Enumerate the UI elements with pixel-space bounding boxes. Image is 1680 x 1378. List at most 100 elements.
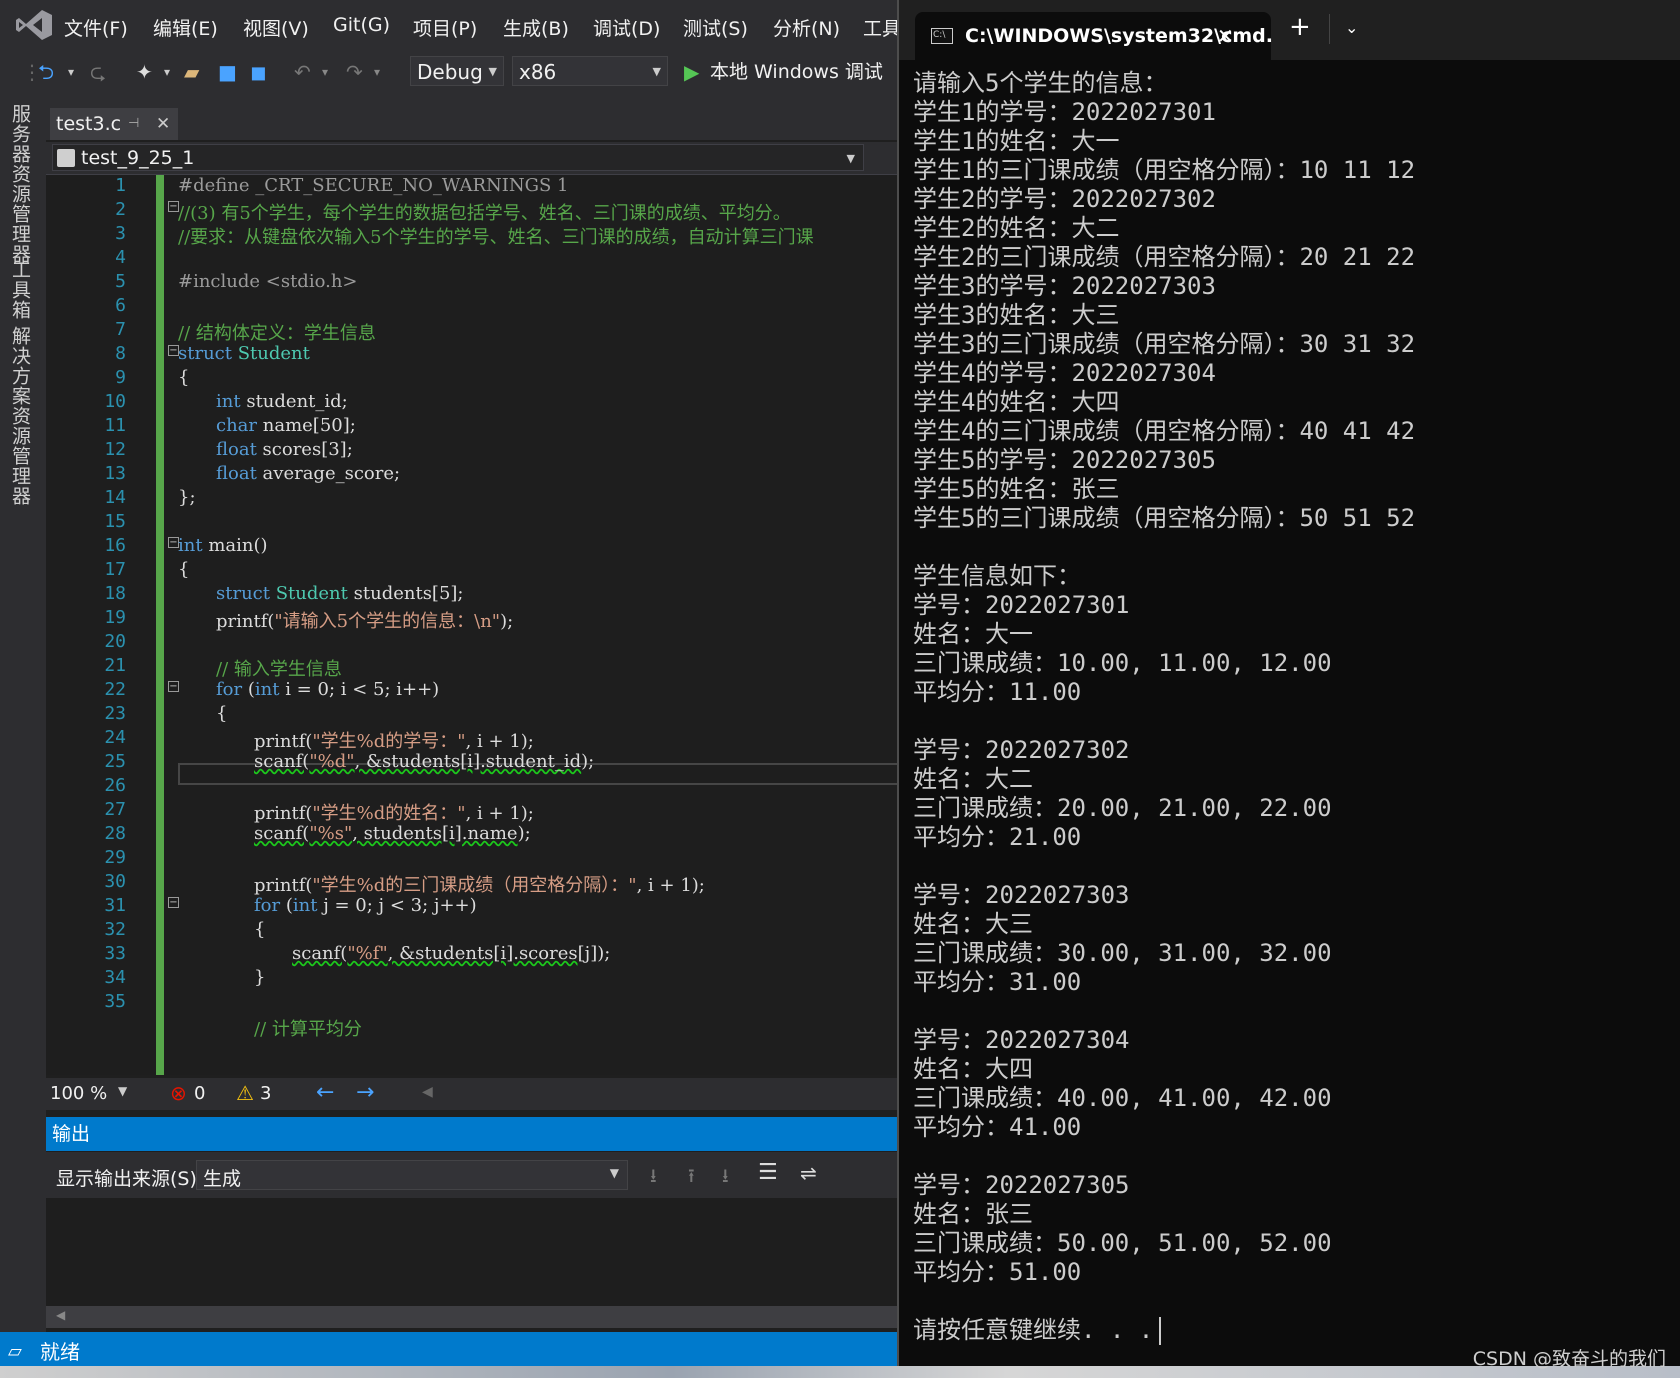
menu-analyze[interactable]: 分析(N) — [773, 14, 840, 41]
solution-configuration-dropdown[interactable]: Debug ▼ — [410, 56, 504, 86]
tab-test3-c[interactable]: test3.c ⊣ ✕ — [50, 108, 178, 140]
line-number: 20 — [104, 631, 126, 652]
chevron-down-icon[interactable]: ▾ — [322, 60, 328, 84]
output-horizontal-scrollbar[interactable]: ◀ — [46, 1306, 900, 1328]
terminal-line: 学生4的学号：2022027304 — [913, 359, 1216, 387]
code-line: //要求：从键盘依次输入5个学生的学号、姓名、三门课的成绩，自动计算三门课 — [178, 227, 814, 248]
code-text: , &students[i].student_id — [354, 751, 582, 772]
menu-test[interactable]: 测试(S) — [683, 14, 748, 41]
project-dropdown[interactable]: test_9_25_1 ▼ — [52, 144, 864, 171]
code-editor[interactable]: 1 2 3 4 5 6 7 8 9 10 11 12 13 14 15 16 1… — [46, 175, 900, 1075]
clear-all-icon[interactable]: ☰ — [758, 1160, 778, 1185]
line-number: 12 — [104, 439, 126, 460]
new-tab-icon[interactable]: + — [1289, 12, 1311, 42]
code-line: { — [254, 919, 266, 940]
error-count[interactable]: 0 — [194, 1083, 205, 1104]
redo-icon[interactable]: ↷ — [346, 60, 363, 84]
code-text: i = 0; i < 5; i++) — [285, 679, 440, 700]
word-wrap-icon[interactable]: ⇌ — [800, 1161, 817, 1185]
solution-platform-dropdown[interactable]: x86 ▼ — [512, 56, 668, 86]
scroll-left-icon[interactable]: ◀ — [422, 1084, 433, 1100]
open-folder-icon[interactable]: ▰ — [184, 60, 199, 84]
terminal-line: 学生1的学号：2022027301 — [913, 98, 1216, 126]
previous-issue-icon[interactable]: ← — [316, 1080, 334, 1105]
previous-message-icon[interactable]: ⭱ — [688, 1162, 695, 1194]
code-text: scanf( — [292, 943, 348, 964]
code-line: for (int i = 0; i < 5; i++) — [216, 679, 439, 700]
code-line: #define _CRT_SECURE_NO_WARNINGS 1 — [178, 175, 569, 196]
chevron-down-icon[interactable]: ⌄ — [1345, 18, 1358, 37]
code-line: int student_id; — [216, 391, 348, 412]
next-message-icon[interactable]: ⭳ — [722, 1162, 729, 1194]
terminal-line: 学生5的三门课成绩（用空格分隔）：50 51 52 — [913, 504, 1416, 532]
terminal-line: 姓名：张三 — [913, 1200, 1033, 1228]
save-icon[interactable]: ■ — [218, 60, 237, 84]
terminal-line: 学生4的姓名：大四 — [913, 388, 1120, 416]
code-line: scanf("%f", &students[i].scores[j]); — [292, 943, 610, 964]
side-tab-solution-explorer[interactable]: 解决方案资源管理器 — [9, 326, 34, 506]
side-tab-server-explorer[interactable]: 服务器资源管理器 — [9, 104, 34, 264]
line-number: 4 — [115, 247, 126, 268]
line-number: 19 — [104, 607, 126, 628]
chevron-down-icon[interactable]: ▾ — [374, 60, 380, 84]
warning-icon: ⚠ — [236, 1081, 254, 1105]
side-tab-toolbox[interactable]: 工具箱 — [9, 260, 34, 320]
menu-view[interactable]: 视图(V) — [243, 14, 309, 41]
code-text: , &students[i].scores[j] — [387, 943, 598, 964]
terminal-line: 学生2的姓名：大二 — [913, 214, 1120, 242]
menu-debug[interactable]: 调试(D) — [593, 14, 660, 41]
undo-icon[interactable]: ↶ — [294, 60, 311, 84]
terminal-line: 平均分：11.00 — [913, 678, 1082, 706]
menu-build[interactable]: 生成(B) — [503, 14, 569, 41]
zoom-level[interactable]: 100 % — [50, 1083, 107, 1104]
menu-git[interactable]: Git(G) — [333, 14, 390, 36]
go-to-location-icon[interactable]: ⭳ — [650, 1162, 657, 1194]
code-warning-span[interactable]: scanf("%s", students[i].name — [254, 823, 518, 844]
code-text-area[interactable]: #define _CRT_SECURE_NO_WARNINGS 1 //(3) … — [178, 175, 900, 1075]
menu-tools[interactable]: 工具 — [863, 14, 901, 41]
menu-file[interactable]: 文件(F) — [64, 14, 128, 41]
chevron-down-icon[interactable]: ▾ — [68, 60, 74, 84]
code-warning-span[interactable]: scanf("%f", &students[i].scores[j] — [292, 943, 597, 964]
code-warning-span[interactable]: scanf("%d", &students[i].student_id — [254, 751, 581, 772]
code-string: "学生%d的姓名：" — [312, 803, 466, 824]
menu-edit[interactable]: 编辑(E) — [153, 14, 218, 41]
terminal-line: 学号：2022027302 — [913, 736, 1130, 764]
line-number: 26 — [104, 775, 126, 796]
code-string: "%f" — [347, 943, 388, 964]
terminal-tab[interactable]: C:\ C:\WINDOWS\system32\cmd. ✕ — [915, 12, 1273, 60]
navigate-forward-icon[interactable]: ⮎ — [90, 60, 106, 84]
code-text: ); — [581, 751, 595, 772]
code-line: char name[50]; — [216, 415, 356, 436]
start-debugging-icon[interactable]: ▶ — [684, 60, 699, 84]
line-number: 5 — [115, 271, 126, 292]
code-keyword: struct — [178, 343, 232, 364]
code-line: printf("学生%d的三门课成绩（用空格分隔）：", i + 1); — [254, 871, 705, 897]
output-source-dropdown[interactable]: 生成 ▼ — [196, 1160, 628, 1190]
navigate-back-icon[interactable]: ⮌ — [38, 60, 54, 84]
warning-count[interactable]: 3 — [260, 1083, 271, 1104]
chevron-down-icon[interactable]: ▼ — [118, 1084, 127, 1098]
menu-project[interactable]: 项目(P) — [413, 14, 477, 41]
save-all-icon[interactable]: ◼ — [250, 60, 267, 84]
line-number: 11 — [104, 415, 126, 436]
code-text: scores[3]; — [262, 439, 353, 460]
output-panel-toolbar: 显示输出来源(S): 生成 ▼ ⭳ ⭱ ⭳ ☰ ⇌ — [46, 1152, 900, 1198]
pin-icon[interactable]: ⊣ — [128, 108, 139, 140]
code-line: //(3) 有5个学生，每个学生的数据包括学号、姓名、三门课的成绩、平均分。 — [178, 203, 791, 224]
line-number: 23 — [104, 703, 126, 724]
line-number: 34 — [104, 967, 126, 988]
close-icon[interactable]: ✕ — [1217, 12, 1234, 60]
terminal-line: 学号：2022027301 — [913, 591, 1130, 619]
terminal-output[interactable]: 请输入5个学生的信息： 学生1的学号：2022027301 学生1的姓名：大一 学生1… — [913, 68, 1673, 1358]
close-icon[interactable]: ✕ — [156, 108, 170, 140]
next-issue-icon[interactable]: → — [356, 1080, 374, 1105]
new-project-icon[interactable]: ✦ — [136, 60, 153, 84]
line-number: 35 — [104, 991, 126, 1012]
code-keyword: int — [178, 535, 203, 556]
scroll-left-icon[interactable]: ◀ — [56, 1308, 65, 1322]
text-cursor — [1159, 1317, 1162, 1345]
chevron-down-icon[interactable]: ▾ — [164, 60, 170, 84]
visual-studio-window: 文件(F) 编辑(E) 视图(V) Git(G) 项目(P) 生成(B) 调试(… — [0, 0, 901, 1378]
start-debugging-button[interactable]: 本地 Windows 调试 — [710, 60, 883, 84]
